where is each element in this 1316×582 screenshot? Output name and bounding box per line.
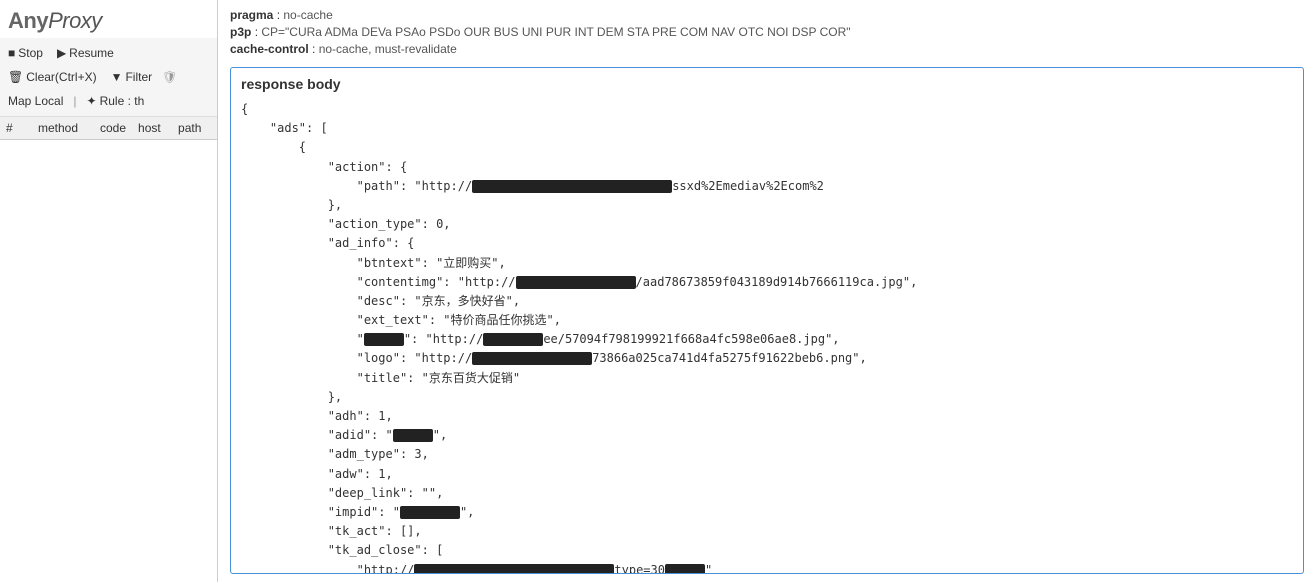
- resume-button[interactable]: ▶ Resume: [53, 44, 118, 62]
- right-panel: pragma : no-cache p3p : CP="CURa ADMa DE…: [218, 0, 1316, 582]
- filter-icon: ▼: [111, 70, 123, 84]
- filter-label: Filter: [125, 70, 152, 84]
- clear-label: Clear(Ctrl+X): [26, 70, 96, 84]
- p3p-line: p3p : CP="CURa ADMa DEVa PSAo PSDo OUR B…: [230, 25, 1304, 39]
- col-header-method: method: [32, 117, 94, 140]
- col-header-host: host: [132, 117, 172, 140]
- toolbar-separator: 🛡: [162, 70, 177, 84]
- response-body-section: response body { "ads": [ { "action": { "…: [230, 67, 1304, 574]
- toolbar-separator2: |: [73, 94, 76, 108]
- response-meta: pragma : no-cache p3p : CP="CURa ADMa DE…: [230, 8, 1304, 59]
- request-table: # method code host path: [0, 117, 217, 582]
- resume-icon: ▶: [57, 46, 66, 60]
- col-header-code: code: [94, 117, 132, 140]
- logo-any: Any: [8, 8, 48, 33]
- p3p-label: p3p: [230, 25, 251, 39]
- clear-icon: 🗑: [8, 70, 23, 84]
- stop-button[interactable]: ■ Stop: [4, 44, 47, 62]
- response-body-content[interactable]: { "ads": [ { "action": { "path": "http:/…: [241, 100, 1293, 574]
- cache-control-label: cache-control: [230, 42, 309, 56]
- filter-button[interactable]: ▼ Filter: [107, 68, 157, 86]
- clear-button[interactable]: 🗑 Clear(Ctrl+X): [4, 68, 101, 86]
- rule-icon: ✦: [87, 94, 97, 108]
- rule-button[interactable]: ✦ Rule : th: [83, 92, 149, 110]
- stop-icon: ■: [8, 46, 15, 60]
- pragma-line: pragma : no-cache: [230, 8, 1304, 22]
- cache-control-line: cache-control : no-cache, must-revalidat…: [230, 42, 1304, 56]
- resume-label: Resume: [69, 46, 114, 60]
- response-body-title: response body: [241, 76, 1293, 92]
- col-header-id: #: [0, 117, 32, 140]
- logo-proxy: Proxy: [48, 8, 102, 33]
- map-local-label: Map Local: [8, 94, 63, 108]
- toolbar: ■ Stop ▶ Resume 🗑 Clear(Ctrl+X) ▼ Filter…: [0, 38, 217, 117]
- p3p-value: CP="CURa ADMa DEVa PSAo PSDo OUR BUS UNI…: [261, 25, 850, 39]
- cache-control-value: no-cache, must-revalidate: [319, 42, 457, 56]
- stop-label: Stop: [18, 46, 43, 60]
- col-header-path: path: [172, 117, 217, 140]
- table-header-row: # method code host path: [0, 117, 217, 140]
- pragma-label: pragma: [230, 8, 273, 22]
- pragma-value: no-cache: [283, 8, 332, 22]
- rule-label: Rule : th: [100, 94, 145, 108]
- app-logo: AnyProxy: [0, 0, 217, 38]
- map-local-button[interactable]: Map Local: [4, 92, 67, 110]
